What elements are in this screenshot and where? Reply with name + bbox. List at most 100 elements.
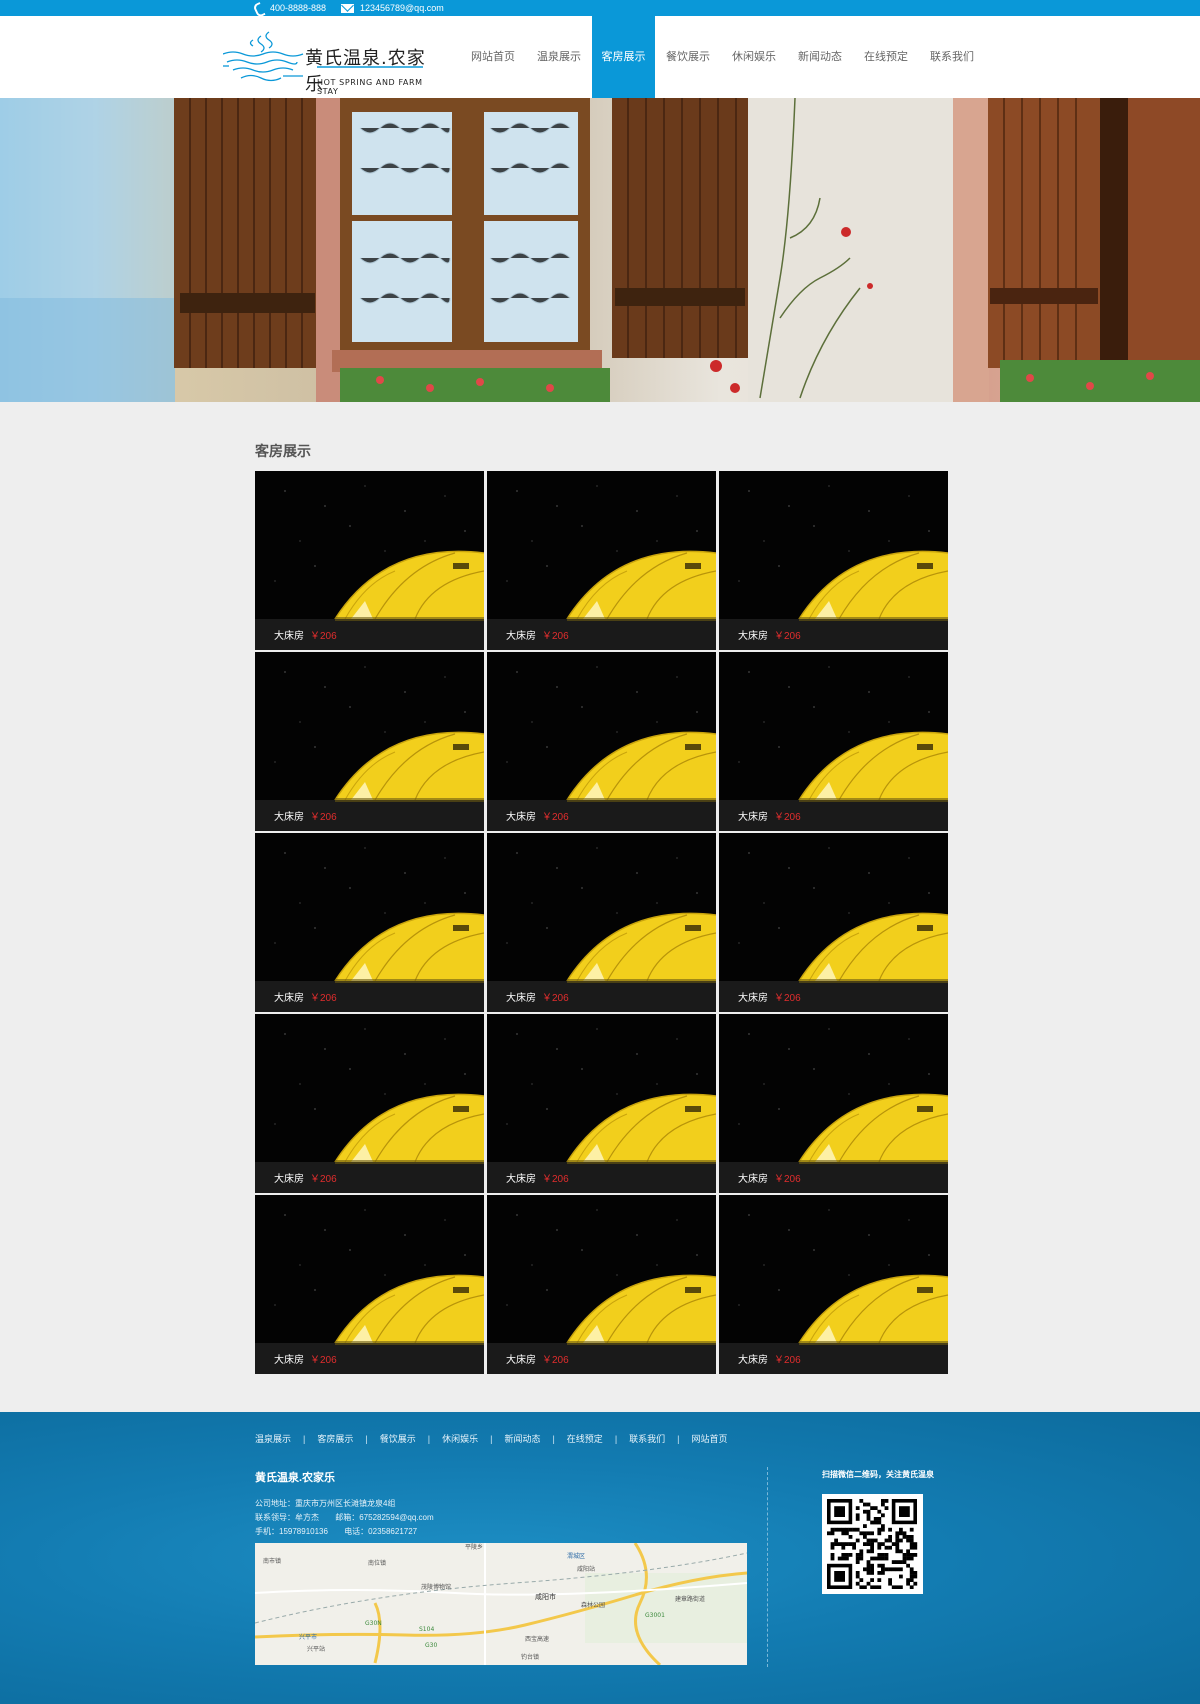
map-label: 咸阳市 bbox=[535, 1592, 556, 1601]
room-card[interactable]: 大床房 ￥206 bbox=[719, 652, 948, 831]
room-card[interactable]: 大床房 ￥206 bbox=[719, 1195, 948, 1374]
section-title: 客房展示 bbox=[255, 443, 311, 459]
room-card[interactable]: 大床房 ￥206 bbox=[255, 1195, 484, 1374]
nav-rooms[interactable]: 客房展示 bbox=[592, 16, 655, 98]
footer-company-name: 黄氏温泉.农家乐 bbox=[255, 1472, 336, 1484]
footer-link[interactable]: 客房展示 bbox=[317, 1432, 353, 1445]
room-name: 大床房 bbox=[738, 993, 768, 1004]
site-header: 黄氏温泉.农家乐 HOT SPRING AND FARM STAY 网站首页 温… bbox=[0, 16, 1200, 98]
room-card[interactable]: 大床房 ￥206 bbox=[487, 652, 716, 831]
map-label: 西宝高速 bbox=[525, 1635, 549, 1643]
nav-home[interactable]: 网站首页 bbox=[460, 16, 526, 98]
room-name: 大床房 bbox=[506, 812, 536, 823]
tent-night-image bbox=[719, 1014, 948, 1193]
room-card[interactable]: 大床房 ￥206 bbox=[255, 652, 484, 831]
footer-link[interactable]: 在线预定 bbox=[567, 1432, 603, 1445]
footer-link[interactable]: 网站首页 bbox=[692, 1432, 728, 1445]
footer-link[interactable]: 餐饮展示 bbox=[380, 1432, 416, 1445]
phone-number: 400-8888-888 bbox=[270, 3, 327, 13]
room-card[interactable]: 大床房 ￥206 bbox=[487, 833, 716, 1012]
room-price: ￥206 bbox=[310, 1355, 337, 1366]
map-label: 咸阳站 bbox=[577, 1565, 595, 1573]
map-label: 南市镇 bbox=[263, 1557, 281, 1565]
tent-night-image bbox=[719, 1195, 948, 1374]
hero-banner bbox=[0, 98, 1200, 402]
room-card[interactable]: 大床房 ￥206 bbox=[255, 1014, 484, 1193]
footer-link-separator: | bbox=[614, 1433, 618, 1444]
footer-phone-line: 手机：15978910136 电话：02358621727 bbox=[255, 1526, 417, 1537]
nav-contact[interactable]: 联系我们 bbox=[919, 16, 985, 98]
map-label: G30N bbox=[365, 1620, 382, 1627]
nav-hot-spring[interactable]: 温泉展示 bbox=[526, 16, 592, 98]
room-name: 大床房 bbox=[506, 1174, 536, 1185]
tent-night-image bbox=[255, 652, 484, 831]
footer-contact-person: 联系领导：牟方杰 bbox=[255, 1513, 319, 1522]
qr-caption: 扫描微信二维码，关注黄氏温泉 bbox=[822, 1470, 934, 1479]
room-card[interactable]: 大床房 ￥206 bbox=[487, 1014, 716, 1193]
tent-night-image bbox=[487, 652, 716, 831]
room-card[interactable]: 大床房 ￥206 bbox=[255, 833, 484, 1012]
map-label: G30 bbox=[425, 1642, 437, 1649]
map-image: 平陵乡 渭城区 南市镇 南位镇 咸阳站 茂陵博物馆 咸阳市 森林公园 兴平市 兴… bbox=[255, 1543, 747, 1665]
tent-night-image bbox=[487, 471, 716, 650]
map-label: 茂陵博物馆 bbox=[421, 1583, 451, 1591]
room-card[interactable]: 大床房 ￥206 bbox=[719, 471, 948, 650]
tent-night-image bbox=[719, 652, 948, 831]
main-nav: 网站首页 温泉展示 客房展示 餐饮展示 休闲娱乐 新闻动态 在线预定 联系我们 bbox=[460, 16, 985, 98]
tent-night-image bbox=[487, 1014, 716, 1193]
room-price: ￥206 bbox=[774, 1355, 801, 1366]
room-price: ￥206 bbox=[542, 1174, 569, 1185]
footer-link[interactable]: 新闻动态 bbox=[504, 1432, 540, 1445]
map-label: 钓台镇 bbox=[521, 1653, 539, 1661]
mail-icon bbox=[341, 3, 354, 13]
nav-news[interactable]: 新闻动态 bbox=[787, 16, 853, 98]
room-name: 大床房 bbox=[274, 812, 304, 823]
tent-night-image bbox=[719, 833, 948, 1012]
footer-link[interactable]: 温泉展示 bbox=[255, 1432, 291, 1445]
footer-divider bbox=[767, 1467, 768, 1667]
room-card[interactable]: 大床房 ￥206 bbox=[719, 1014, 948, 1193]
room-price: ￥206 bbox=[774, 812, 801, 823]
nav-dining[interactable]: 餐饮展示 bbox=[655, 16, 721, 98]
footer-link-separator: | bbox=[677, 1433, 680, 1444]
window-shutters-image bbox=[0, 98, 1200, 402]
map-label: 建章路街道 bbox=[675, 1595, 705, 1603]
site-logo[interactable]: 黄氏温泉.农家乐 HOT SPRING AND FARM STAY bbox=[222, 26, 433, 96]
top-phone: 400-8888-888 bbox=[254, 0, 326, 16]
tent-night-image bbox=[255, 1014, 484, 1193]
room-name: 大床房 bbox=[738, 631, 768, 642]
room-price: ￥206 bbox=[310, 1174, 337, 1185]
room-price: ￥206 bbox=[542, 1355, 569, 1366]
qr-code-icon bbox=[827, 1499, 918, 1590]
room-price: ￥206 bbox=[310, 631, 337, 642]
room-name: 大床房 bbox=[738, 1355, 768, 1366]
room-card[interactable]: 大床房 ￥206 bbox=[487, 471, 716, 650]
nav-leisure[interactable]: 休闲娱乐 bbox=[721, 16, 787, 98]
footer-link-separator: | bbox=[552, 1433, 555, 1444]
room-price: ￥206 bbox=[310, 993, 337, 1004]
tent-night-image bbox=[487, 1195, 716, 1374]
room-name: 大床房 bbox=[274, 993, 304, 1004]
email-address[interactable]: 123456789@qq.com bbox=[360, 0, 444, 16]
tent-night-image bbox=[255, 1195, 484, 1374]
room-price: ￥206 bbox=[542, 812, 569, 823]
location-map[interactable]: 平陵乡 渭城区 南市镇 南位镇 咸阳站 茂陵博物馆 咸阳市 森林公园 兴平市 兴… bbox=[255, 1543, 747, 1665]
tent-night-image bbox=[719, 471, 948, 650]
room-name: 大床房 bbox=[738, 812, 768, 823]
logo-subtitle: HOT SPRING AND FARM STAY bbox=[317, 78, 423, 96]
footer-link[interactable]: 休闲娱乐 bbox=[442, 1432, 478, 1445]
room-card[interactable]: 大床房 ￥206 bbox=[487, 1195, 716, 1374]
room-name: 大床房 bbox=[738, 1174, 768, 1185]
footer-link[interactable]: 联系我们 bbox=[629, 1432, 665, 1445]
map-label: S104 bbox=[419, 1626, 434, 1633]
footer-address: 公司地址：重庆市万州区长滩镇龙泉4组 bbox=[255, 1499, 396, 1508]
footer-mobile: 手机：15978910136 bbox=[255, 1527, 328, 1536]
room-name: 大床房 bbox=[274, 1174, 304, 1185]
top-bar: 400-8888-888 123456789@qq.com bbox=[0, 0, 1200, 16]
nav-booking[interactable]: 在线预定 bbox=[853, 16, 919, 98]
room-card[interactable]: 大床房 ￥206 bbox=[255, 471, 484, 650]
footer-email: 邮箱：675282594@qq.com bbox=[335, 1513, 434, 1522]
room-price: ￥206 bbox=[310, 812, 337, 823]
room-name: 大床房 bbox=[506, 631, 536, 642]
room-card[interactable]: 大床房 ￥206 bbox=[719, 833, 948, 1012]
